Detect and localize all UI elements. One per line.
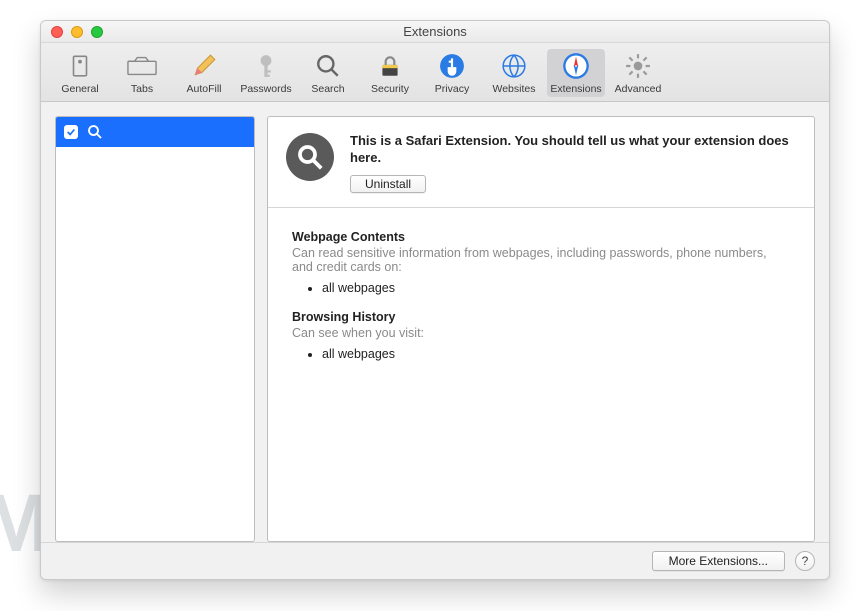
tab-label: Websites bbox=[493, 83, 536, 95]
search-icon bbox=[313, 51, 343, 81]
autofill-icon bbox=[189, 51, 219, 81]
tab-search[interactable]: Search bbox=[299, 49, 357, 97]
detail-header: This is a Safari Extension. You should t… bbox=[268, 117, 814, 208]
minimize-button[interactable] bbox=[71, 26, 83, 38]
advanced-icon bbox=[623, 51, 653, 81]
tabs-icon bbox=[127, 51, 157, 81]
webpage-contents-heading: Webpage Contents bbox=[292, 230, 790, 244]
tab-label: Tabs bbox=[131, 83, 153, 95]
preferences-window: Extensions General Tabs AutoFill Passwor… bbox=[40, 20, 830, 580]
websites-icon bbox=[499, 51, 529, 81]
extension-detail-panel: This is a Safari Extension. You should t… bbox=[267, 116, 815, 542]
tab-passwords[interactable]: Passwords bbox=[237, 49, 295, 97]
tab-label: General bbox=[61, 83, 98, 95]
titlebar: Extensions bbox=[41, 21, 829, 43]
footer-bar: More Extensions... ? bbox=[41, 542, 829, 579]
general-icon bbox=[65, 51, 95, 81]
tab-privacy[interactable]: Privacy bbox=[423, 49, 481, 97]
help-button[interactable]: ? bbox=[795, 551, 815, 571]
tab-label: AutoFill bbox=[186, 83, 221, 95]
tab-label: Security bbox=[371, 83, 409, 95]
tab-label: Extensions bbox=[550, 83, 601, 95]
tab-extensions[interactable]: Extensions bbox=[547, 49, 605, 97]
content-area: This is a Safari Extension. You should t… bbox=[41, 102, 829, 542]
tab-security[interactable]: Security bbox=[361, 49, 419, 97]
extensions-sidebar bbox=[55, 116, 255, 542]
extension-large-icon bbox=[286, 133, 334, 181]
browsing-history-heading: Browsing History bbox=[292, 310, 790, 324]
permission-item: all webpages bbox=[322, 346, 790, 362]
tab-label: Search bbox=[311, 83, 344, 95]
tab-label: Privacy bbox=[435, 83, 469, 95]
browsing-history-desc: Can see when you visit: bbox=[292, 326, 790, 340]
extensions-icon bbox=[561, 51, 591, 81]
close-button[interactable] bbox=[51, 26, 63, 38]
window-title: Extensions bbox=[403, 24, 467, 39]
extension-icon bbox=[86, 123, 104, 141]
tab-general[interactable]: General bbox=[51, 49, 109, 97]
extension-enable-checkbox[interactable] bbox=[64, 125, 78, 139]
passwords-icon bbox=[251, 51, 281, 81]
tab-tabs[interactable]: Tabs bbox=[113, 49, 171, 97]
permissions-section: Webpage Contents Can read sensitive info… bbox=[268, 208, 814, 398]
tab-label: Advanced bbox=[615, 83, 662, 95]
tab-websites[interactable]: Websites bbox=[485, 49, 543, 97]
more-extensions-button[interactable]: More Extensions... bbox=[652, 551, 785, 571]
tab-advanced[interactable]: Advanced bbox=[609, 49, 667, 97]
tab-autofill[interactable]: AutoFill bbox=[175, 49, 233, 97]
tab-label: Passwords bbox=[240, 83, 291, 95]
toolbar: General Tabs AutoFill Passwords Search bbox=[41, 43, 829, 102]
security-icon bbox=[375, 51, 405, 81]
extension-description: This is a Safari Extension. You should t… bbox=[350, 133, 796, 167]
extension-list-item[interactable] bbox=[56, 117, 254, 147]
permission-item: all webpages bbox=[322, 280, 790, 296]
zoom-button[interactable] bbox=[91, 26, 103, 38]
traffic-lights bbox=[51, 26, 103, 38]
privacy-icon bbox=[437, 51, 467, 81]
uninstall-button[interactable]: Uninstall bbox=[350, 175, 426, 193]
webpage-contents-desc: Can read sensitive information from webp… bbox=[292, 246, 790, 274]
